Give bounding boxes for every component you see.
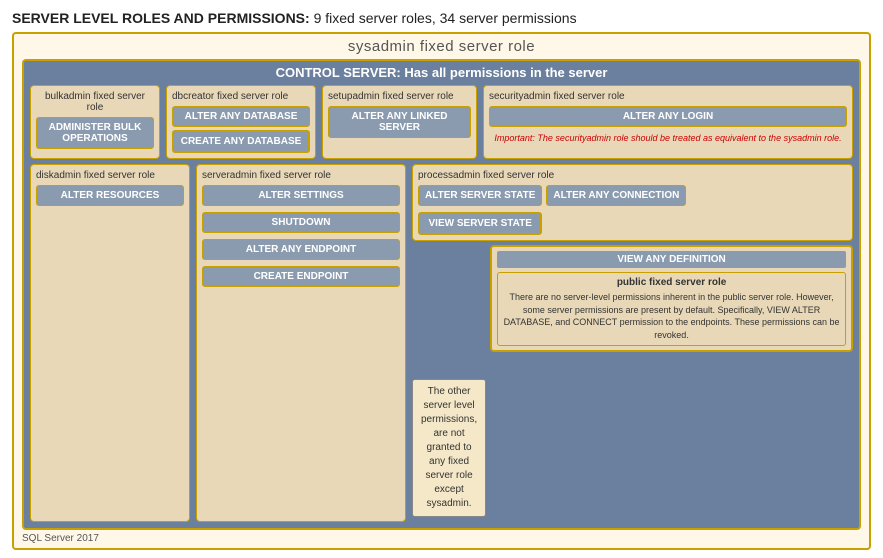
perm-alter-any-login: ALTER ANY LOGIN xyxy=(489,106,847,127)
perm-alter-any-database: ALTER ANY DATABASE xyxy=(172,106,310,127)
securityadmin-label: securityadmin fixed server role xyxy=(489,91,625,102)
sql-version: SQL Server 2017 xyxy=(22,533,861,544)
diskadmin-box: diskadmin fixed server role ALTER RESOUR… xyxy=(30,164,190,522)
control-server-box: CONTROL SERVER: Has all permissions in t… xyxy=(22,59,861,530)
other-perms-note: The other server level permissions, are … xyxy=(412,379,486,517)
perm-create-any-database: CREATE ANY DATABASE xyxy=(172,130,310,153)
dbcreator-box: dbcreator fixed server role ALTER ANY DA… xyxy=(166,85,316,159)
processadmin-box: processadmin fixed server role ALTER SER… xyxy=(412,164,853,241)
bottom-right-section: The other server level permissions, are … xyxy=(412,245,853,522)
perm-alter-any-linked-server: ALTER ANY LINKED SERVER xyxy=(328,106,471,138)
roles-top-row: bulkadmin fixed server role ADMINISTER B… xyxy=(30,85,853,159)
perm-view-server-state: VIEW SERVER STATE xyxy=(418,212,542,235)
processadmin-perms: ALTER SERVER STATE VIEW SERVER STATE ALT… xyxy=(418,185,847,235)
title-bold: SERVER LEVEL ROLES AND PERMISSIONS: xyxy=(12,10,310,26)
public-role-text: There are no server-level permissions in… xyxy=(503,291,840,341)
serveradmin-perms: ALTER SETTINGS SHUTDOWN ALTER ANY ENDPOI… xyxy=(202,185,400,287)
perm-alter-server-state: ALTER SERVER STATE xyxy=(418,185,542,206)
diskadmin-label: diskadmin fixed server role xyxy=(36,170,155,181)
public-role-box: public fixed server role There are no se… xyxy=(497,272,846,346)
control-server-title: CONTROL SERVER: Has all permissions in t… xyxy=(30,65,853,80)
setupadmin-box: setupadmin fixed server role ALTER ANY L… xyxy=(322,85,477,159)
page-title: SERVER LEVEL ROLES AND PERMISSIONS: 9 fi… xyxy=(12,10,871,26)
processadmin-left: ALTER SERVER STATE VIEW SERVER STATE xyxy=(418,185,542,235)
perm-alter-any-endpoint: ALTER ANY ENDPOINT xyxy=(202,239,400,260)
view-any-def-title: VIEW ANY DEFINITION xyxy=(497,251,846,268)
roles-bottom-row: diskadmin fixed server role ALTER RESOUR… xyxy=(30,164,853,522)
title-normal: 9 fixed server roles, 34 server permissi… xyxy=(314,10,577,26)
serveradmin-box: serveradmin fixed server role ALTER SETT… xyxy=(196,164,406,522)
perm-alter-resources: ALTER RESOURCES xyxy=(36,185,184,206)
sysadmin-title: sysadmin fixed server role xyxy=(22,38,861,55)
bulkadmin-label: bulkadmin fixed server role xyxy=(36,91,154,113)
page: SERVER LEVEL ROLES AND PERMISSIONS: 9 fi… xyxy=(0,0,883,558)
other-perms-area: The other server level permissions, are … xyxy=(412,245,486,522)
processadmin-area: processadmin fixed server role ALTER SER… xyxy=(412,164,853,522)
security-warning: Important: The securityadmin role should… xyxy=(494,133,841,143)
public-role-label: public fixed server role xyxy=(503,277,840,288)
perm-alter-settings: ALTER SETTINGS xyxy=(202,185,400,206)
view-any-def-box: VIEW ANY DEFINITION public fixed server … xyxy=(490,245,853,352)
perm-alter-any-connection: ALTER ANY CONNECTION xyxy=(546,185,686,206)
setupadmin-label: setupadmin fixed server role xyxy=(328,91,454,102)
processadmin-right: ALTER ANY CONNECTION xyxy=(546,185,686,206)
perm-administer-bulk: ADMINISTER BULKOPERATIONS xyxy=(36,117,154,149)
serveradmin-label: serveradmin fixed server role xyxy=(202,170,331,181)
bulkadmin-box: bulkadmin fixed server role ADMINISTER B… xyxy=(30,85,160,159)
processadmin-label: processadmin fixed server role xyxy=(418,170,554,181)
sysadmin-box: sysadmin fixed server role CONTROL SERVE… xyxy=(12,32,871,550)
perm-create-endpoint: CREATE ENDPOINT xyxy=(202,266,400,287)
perm-shutdown: SHUTDOWN xyxy=(202,212,400,233)
securityadmin-box: securityadmin fixed server role ALTER AN… xyxy=(483,85,853,159)
dbcreator-label: dbcreator fixed server role xyxy=(172,91,288,102)
